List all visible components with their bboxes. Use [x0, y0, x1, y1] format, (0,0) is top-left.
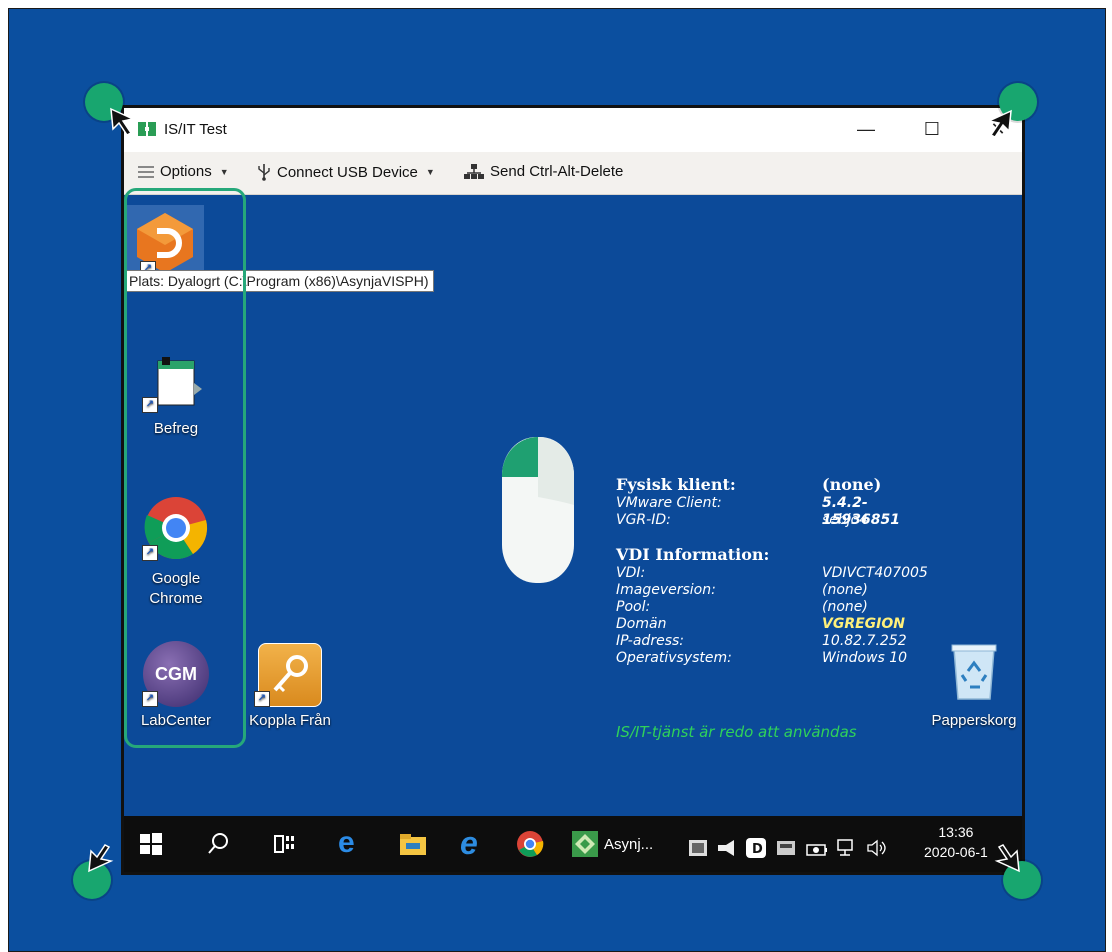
vdi-information-heading: VDI Information:	[616, 545, 770, 564]
chrome-taskbar-icon[interactable]	[516, 830, 544, 858]
location-tooltip: Plats: Dyalogrt (C:\Program (x86)\Asynja…	[124, 270, 434, 292]
options-label: Options	[160, 163, 212, 180]
pool-value: (none)	[822, 599, 868, 615]
resize-cursor-icon	[986, 109, 1012, 138]
clock[interactable]: 13:36 2020-06-1	[924, 822, 988, 862]
desktop-icon-recycle-bin[interactable]: Papperskorg	[922, 641, 1026, 731]
network-icon	[464, 163, 484, 179]
vmware-client-key: VMware Client:	[616, 495, 722, 511]
task-view-icon[interactable]	[272, 830, 296, 858]
desktop-icon-chrome[interactable]: ↗ Google Chrome	[126, 495, 226, 609]
vdi-value: VDIVCT407005	[822, 565, 928, 581]
send-cad-label: Send Ctrl-Alt-Delete	[490, 163, 624, 180]
internet-explorer-icon[interactable]: e	[460, 827, 478, 859]
chevron-down-icon: ▼	[219, 166, 229, 177]
chrome-label-line1: Google	[151, 570, 201, 587]
svg-text:D: D	[752, 842, 763, 857]
shortcut-arrow-icon: ↗	[254, 691, 270, 707]
maximize-button[interactable]: ☐	[910, 114, 954, 144]
mouse-graphic-icon	[502, 437, 574, 583]
tray-vmware-icon[interactable]	[776, 834, 796, 862]
befreg-label: Befreg	[153, 420, 199, 437]
vdi-key: VDI:	[616, 565, 646, 581]
shortcut-arrow-icon: ↗	[142, 397, 158, 413]
domain-value: VGREGION	[822, 616, 905, 632]
koppla-fran-label: Koppla Från	[249, 712, 331, 729]
screen-background: IS/IT Test — ☐ ✕ Options ▼ Con	[8, 8, 1106, 952]
clock-date: 2020-06-1	[924, 844, 988, 860]
asynja-taskbar-label: Asynj...	[604, 835, 654, 853]
vmware-window: IS/IT Test — ☐ ✕ Options ▼ Con	[121, 105, 1025, 875]
search-icon[interactable]	[206, 830, 230, 858]
title-bar[interactable]: IS/IT Test — ☐ ✕	[124, 108, 1022, 152]
usb-icon	[258, 164, 270, 181]
asynja-app-icon	[572, 831, 598, 857]
tray-megaphone-icon[interactable]	[716, 834, 738, 862]
tray-app-icon[interactable]	[688, 834, 708, 862]
recycle-bin-icon	[951, 644, 997, 700]
file-explorer-icon[interactable]	[398, 830, 428, 858]
resize-cursor-icon	[994, 844, 1020, 873]
volume-icon[interactable]	[866, 834, 888, 862]
cgm-logo-text: CGM	[155, 664, 197, 684]
connect-usb-label: Connect USB Device	[277, 163, 418, 181]
labcenter-label: LabCenter	[140, 712, 212, 729]
pool-key: Pool:	[616, 599, 651, 615]
tray-d-icon[interactable]: D	[746, 834, 766, 862]
windows-taskbar: e e Asynj... D 13:36 2020-06-1	[124, 816, 1022, 872]
tray-battery-icon[interactable]	[806, 836, 828, 864]
vgr-id-value: sebjo4	[822, 512, 869, 528]
window-title: IS/IT Test	[164, 121, 227, 138]
vmware-horizon-icon	[138, 122, 156, 136]
status-message: IS/IT-tjänst är redo att användas	[616, 723, 857, 741]
domain-key: Domän	[616, 616, 667, 632]
recycle-bin-label: Papperskorg	[931, 712, 1017, 729]
desktop-icon-befreg[interactable]: ↗ Befreg	[126, 355, 226, 439]
os-value: Windows 10	[822, 650, 908, 666]
vgr-id-key: VGR-ID:	[616, 512, 671, 528]
options-menu[interactable]: Options ▼	[138, 163, 229, 180]
desktop-icon-koppla-fran[interactable]: ↗ Koppla Från	[240, 641, 340, 731]
resize-cursor-icon	[110, 107, 136, 136]
chrome-label-line2: Chrome	[149, 590, 203, 607]
os-key: Operativsystem:	[616, 650, 732, 666]
ip-address-key: IP-adress:	[616, 633, 684, 649]
clock-time: 13:36	[938, 824, 974, 840]
ip-address-value: 10.82.7.252	[822, 633, 907, 649]
imageversion-value: (none)	[822, 582, 868, 598]
windows-start-icon[interactable]	[138, 830, 164, 858]
remote-desktop: ↗ Plats: Dyalogrt (C:\Program (x86)\Asyn…	[124, 188, 1022, 817]
chevron-down-icon: ▼	[425, 167, 435, 177]
shortcut-arrow-icon: ↗	[142, 545, 158, 561]
send-ctrl-alt-delete-button[interactable]: Send Ctrl-Alt-Delete	[464, 163, 623, 180]
minimize-button[interactable]: —	[844, 114, 888, 144]
desktop-icon-labcenter[interactable]: CGM ↗ LabCenter	[126, 641, 226, 731]
edge-icon[interactable]: e	[338, 828, 355, 858]
resize-cursor-icon	[88, 844, 114, 873]
horizon-toolbar: Options ▼ Connect USB Device ▼ Send Ctrl…	[124, 152, 1022, 195]
asynja-taskbar-button[interactable]: Asynj...	[572, 830, 653, 858]
imageversion-key: Imageversion:	[616, 582, 716, 598]
shortcut-arrow-icon: ↗	[142, 691, 158, 707]
connect-usb-menu[interactable]: Connect USB Device ▼	[257, 163, 435, 181]
hamburger-icon	[138, 165, 154, 178]
physical-client-value: (none)	[822, 475, 882, 494]
network-tray-icon[interactable]	[836, 834, 858, 862]
physical-client-heading: Fysisk klient:	[616, 475, 736, 494]
